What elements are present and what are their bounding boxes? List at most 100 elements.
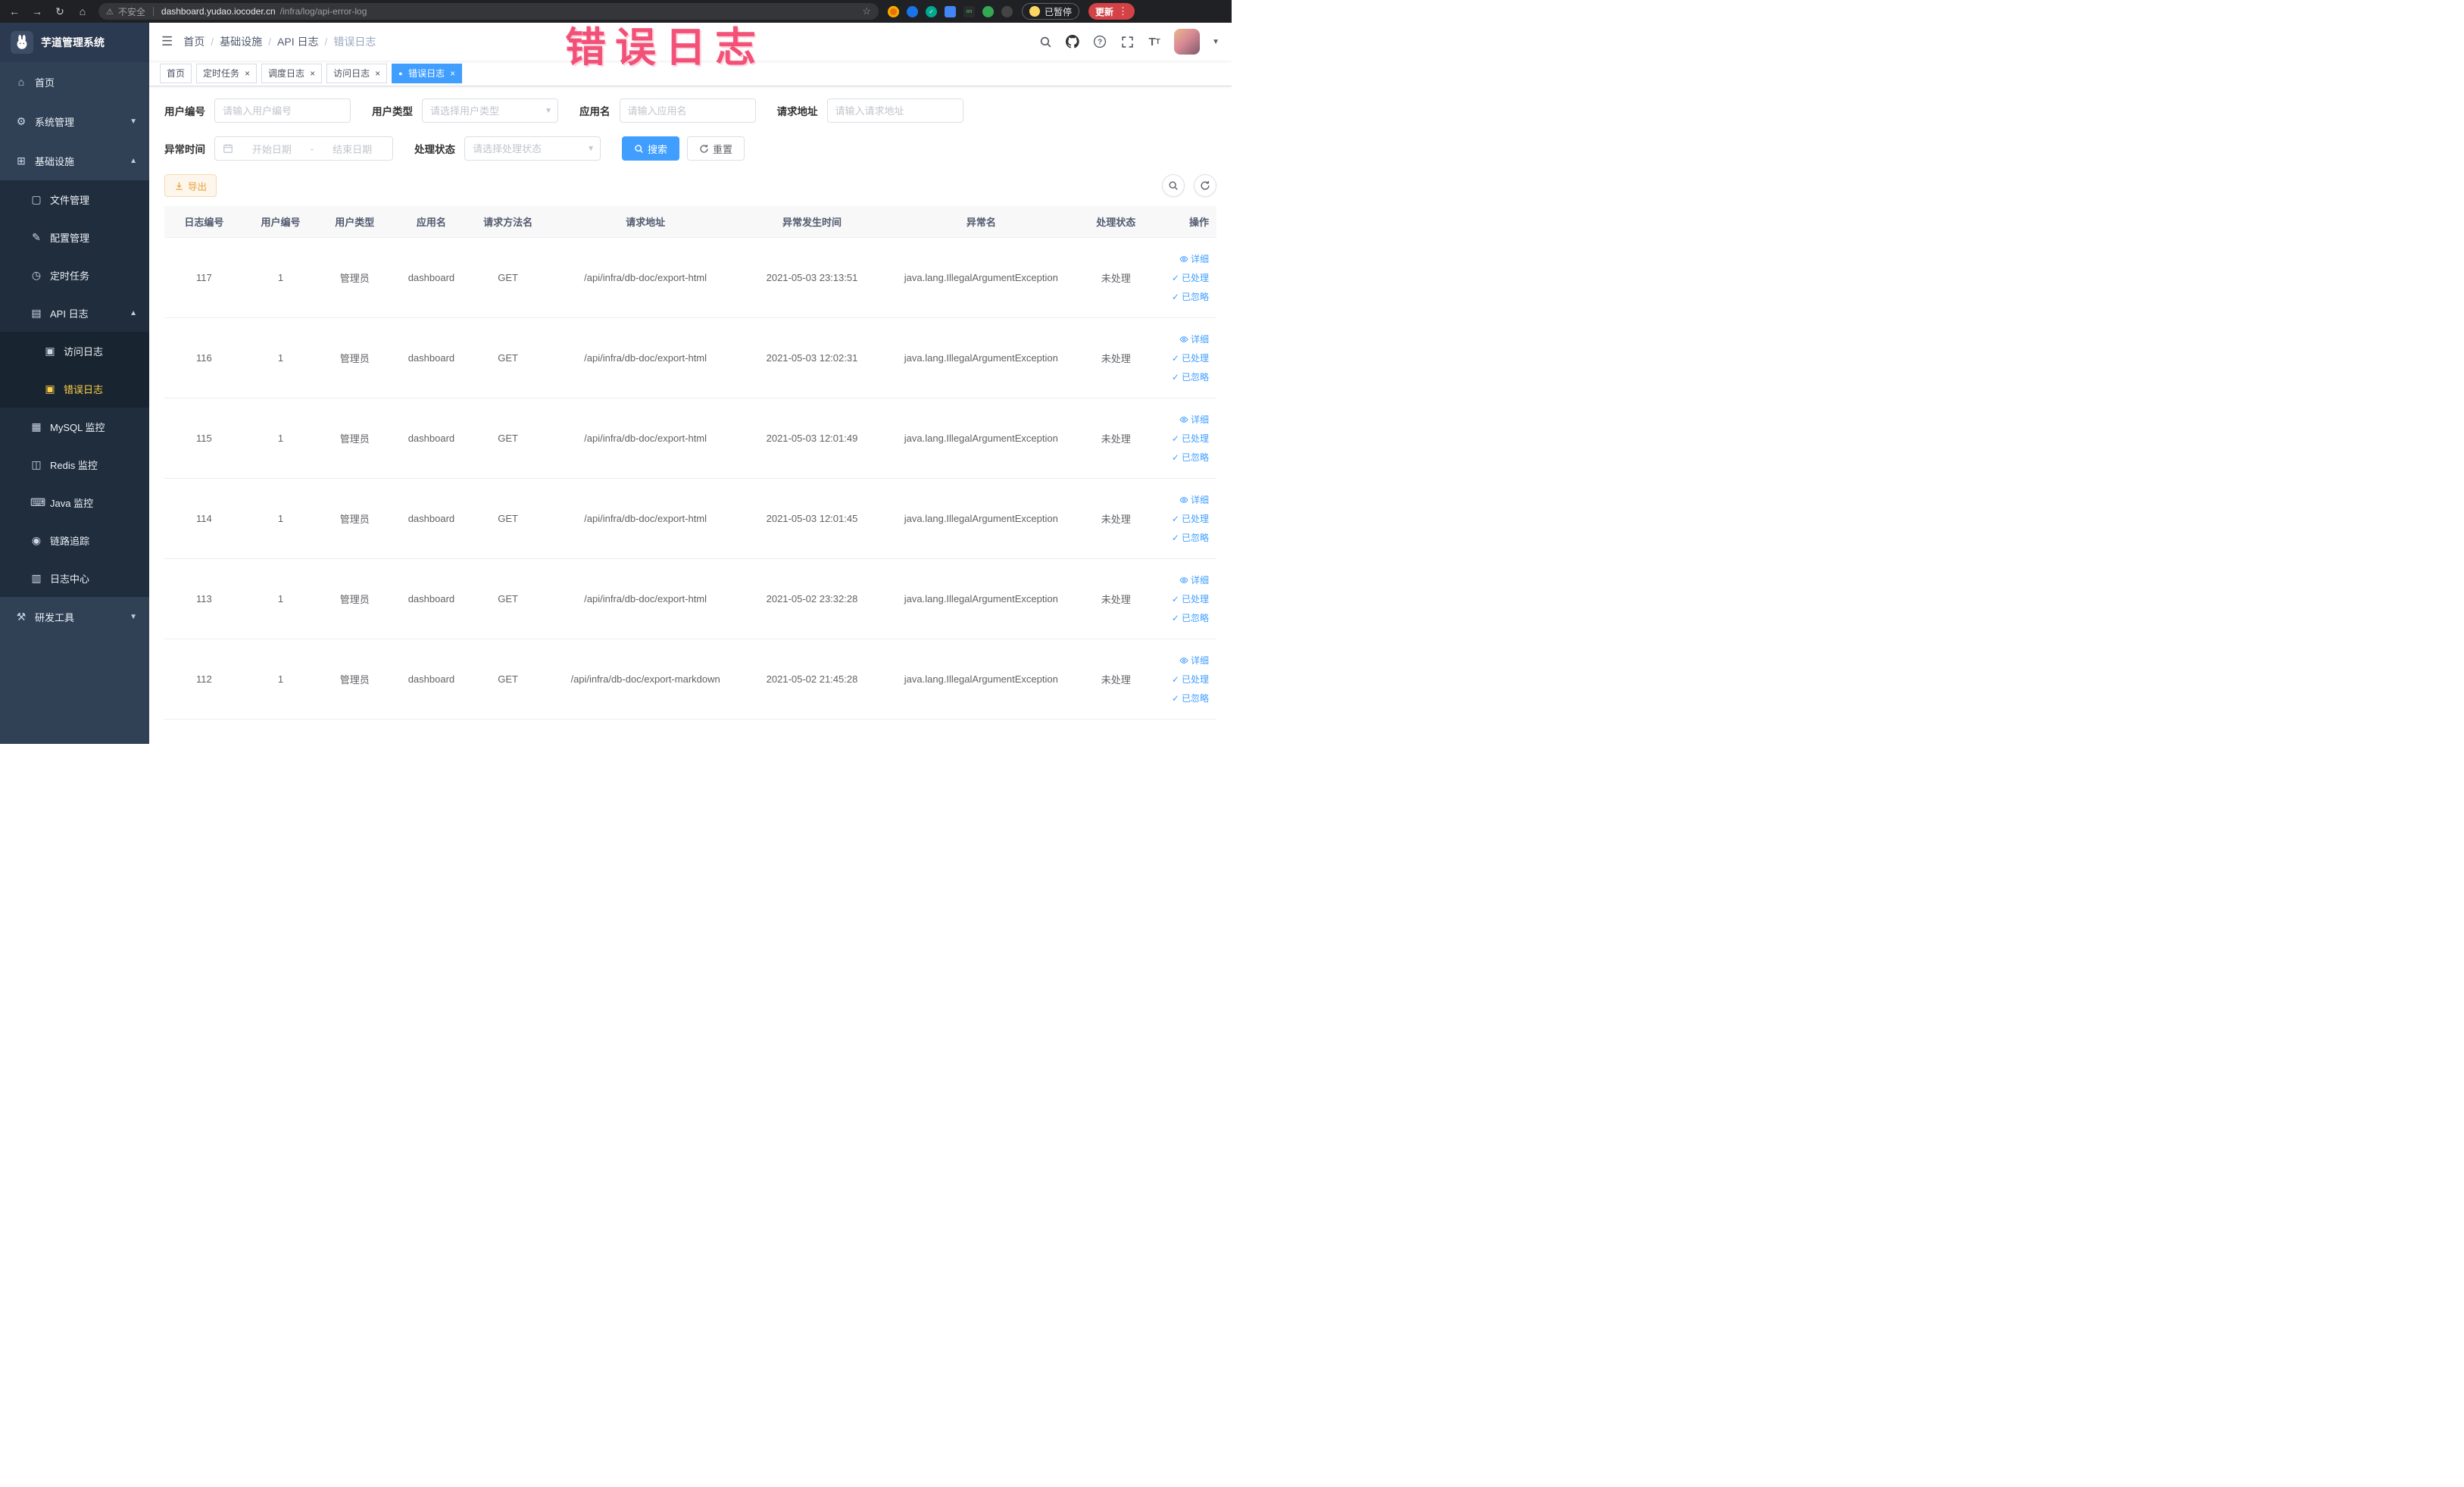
detail-link[interactable]: 详细: [1179, 333, 1209, 345]
check-icon: ✓: [1171, 692, 1179, 704]
main-area: ☰ 首页 / 基础设施 / API 日志 / 错误日志 ? T T ▼ 首页 定…: [149, 23, 1232, 744]
rabbit-logo-icon: [17, 34, 27, 49]
sidebar-item-scheduled-tasks[interactable]: ◷ 定时任务: [0, 256, 149, 294]
address-bar[interactable]: ⚠ 不安全 dashboard.yudao.iocoder.cn/infra/l…: [98, 3, 879, 20]
detail-link[interactable]: 详细: [1179, 413, 1209, 426]
bookmark-star-icon[interactable]: ☆: [862, 5, 871, 17]
extension-icon-3[interactable]: ✓: [926, 5, 937, 17]
mark-ignored-link[interactable]: ✓ 已忽略: [1172, 370, 1209, 383]
avatar-caret-down-icon[interactable]: ▼: [1212, 38, 1220, 46]
mark-processed-link[interactable]: ✓ 已处理: [1172, 592, 1209, 605]
sidebar-item-label: 首页: [35, 77, 55, 89]
error-log-table: 日志编号 用户编号 用户类型 应用名 请求方法名 请求地址 异常发生时间 异常名…: [164, 206, 1216, 720]
user-avatar[interactable]: [1174, 29, 1201, 55]
detail-link[interactable]: 详细: [1179, 252, 1209, 265]
breadcrumb-separator: /: [211, 36, 214, 48]
forward-icon[interactable]: →: [30, 5, 44, 17]
mark-ignored-link[interactable]: ✓ 已忽略: [1172, 451, 1209, 464]
mark-processed-link[interactable]: ✓ 已处理: [1172, 512, 1209, 525]
extension-icon-5[interactable]: [982, 5, 994, 17]
extension-icon-grid[interactable]: [945, 5, 956, 17]
mark-processed-link[interactable]: ✓ 已处理: [1172, 673, 1209, 686]
help-icon[interactable]: ?: [1092, 34, 1107, 49]
sidebar-item-access-logs[interactable]: ▣ 访问日志: [0, 332, 149, 370]
navbar: ☰ 首页 / 基础设施 / API 日志 / 错误日志 ? T T ▼: [149, 23, 1232, 61]
mark-ignored-link[interactable]: ✓ 已忽略: [1172, 290, 1209, 303]
mysql-icon: ▦: [31, 420, 42, 433]
sidebar-item-log-center[interactable]: ▥ 日志中心: [0, 559, 149, 597]
sidebar: 芋道管理系统 ⌂ 首页 ⚙ 系统管理 ▼ ⊞ 基础设施 ▲ ▢ 文件管理 ✎ 配…: [0, 23, 149, 744]
sidebar-item-file-management[interactable]: ▢ 文件管理: [0, 180, 149, 218]
toggle-search-button[interactable]: [1162, 174, 1185, 197]
tag-scheduled-tasks[interactable]: 定时任务 ×: [196, 63, 258, 83]
access-log-icon: ▣: [45, 344, 55, 357]
sidebar-item-system-management[interactable]: ⚙ 系统管理 ▼: [0, 102, 149, 141]
reset-button[interactable]: 重置: [687, 136, 745, 161]
filter-row-2: 异常时间 开始日期 - 结束日期 处理状态 ▼: [164, 136, 1216, 161]
tag-dispatch-logs[interactable]: 调度日志 ×: [261, 63, 323, 83]
extension-icon-6[interactable]: [1001, 5, 1013, 17]
process-status-select[interactable]: [464, 136, 601, 161]
mark-processed-link[interactable]: ✓ 已处理: [1172, 351, 1209, 364]
extension-icon-1[interactable]: [888, 5, 899, 17]
col-exception-name: 异常名: [878, 206, 1085, 238]
mark-ignored-link[interactable]: ✓ 已忽略: [1172, 531, 1209, 544]
close-icon[interactable]: ×: [450, 68, 455, 79]
mark-ignored-link[interactable]: ✓ 已忽略: [1172, 692, 1209, 704]
sidebar-item-link-tracing[interactable]: ◉ 链路追踪: [0, 521, 149, 559]
chevron-down-icon: ▼: [130, 612, 137, 621]
detail-link[interactable]: 详细: [1179, 654, 1209, 667]
fullscreen-icon[interactable]: [1120, 34, 1135, 49]
profile-paused-badge[interactable]: 已暂停: [1022, 3, 1080, 20]
sidebar-collapse-icon[interactable]: ☰: [161, 34, 173, 49]
app-name-input[interactable]: [619, 98, 756, 123]
tag-home[interactable]: 首页: [160, 63, 192, 83]
detail-link[interactable]: 详细: [1179, 493, 1209, 506]
sidebar-item-error-logs[interactable]: ▣ 错误日志: [0, 370, 149, 408]
search-icon[interactable]: [1038, 34, 1053, 49]
breadcrumb-item-infrastructure[interactable]: 基础设施: [220, 34, 262, 49]
request-url-input[interactable]: [826, 98, 963, 123]
exception-time-range-picker[interactable]: 开始日期 - 结束日期: [214, 136, 393, 161]
sidebar-item-mysql-monitor[interactable]: ▦ MySQL 监控: [0, 408, 149, 445]
breadcrumb-item-api-logs[interactable]: API 日志: [277, 34, 318, 49]
close-icon[interactable]: ×: [375, 68, 380, 79]
sidebar-item-redis-monitor[interactable]: ◫ Redis 监控: [0, 445, 149, 483]
font-size-icon[interactable]: TT: [1147, 34, 1162, 49]
mark-processed-link[interactable]: ✓ 已处理: [1172, 432, 1209, 445]
infrastructure-icon: ⊞: [17, 154, 26, 167]
browser-update-button[interactable]: 更新 ⋮: [1088, 3, 1135, 20]
chevron-down-icon: ▼: [130, 117, 137, 126]
detail-link[interactable]: 详细: [1179, 573, 1209, 586]
sidebar-logo-row[interactable]: 芋道管理系统: [0, 23, 149, 62]
browser-home-icon[interactable]: ⌂: [76, 5, 89, 17]
sidebar-item-infrastructure[interactable]: ⊞ 基础设施 ▲: [0, 141, 149, 180]
user-id-input[interactable]: [214, 98, 351, 123]
tag-access-logs[interactable]: 访问日志 ×: [326, 63, 388, 83]
sidebar-item-dev-tools[interactable]: ⚒ 研发工具 ▼: [0, 597, 149, 636]
mark-processed-link[interactable]: ✓ 已处理: [1172, 271, 1209, 284]
sidebar-item-config-management[interactable]: ✎ 配置管理: [0, 218, 149, 256]
export-button[interactable]: 导出: [164, 174, 217, 197]
close-icon[interactable]: ×: [310, 68, 315, 79]
mark-ignored-link[interactable]: ✓ 已忽略: [1172, 611, 1209, 624]
sidebar-item-home[interactable]: ⌂ 首页: [0, 62, 149, 102]
page-content: 用户编号 用户类型 ▼ 应用名 请: [149, 86, 1232, 744]
reload-icon[interactable]: ↻: [53, 5, 67, 18]
extension-icon-2[interactable]: [907, 5, 918, 17]
error-log-icon: ▣: [45, 382, 55, 395]
user-type-select[interactable]: [422, 98, 558, 123]
back-icon[interactable]: ←: [8, 5, 21, 17]
github-icon[interactable]: [1065, 34, 1080, 49]
sidebar-item-api-logs[interactable]: ▤ API 日志 ▲: [0, 294, 149, 332]
tag-error-logs[interactable]: ● 错误日志 ×: [392, 63, 463, 83]
breadcrumb-item-home[interactable]: 首页: [183, 34, 205, 49]
refresh-button[interactable]: [1194, 174, 1216, 197]
sidebar-item-java-monitor[interactable]: ⌨ Java 监控: [0, 483, 149, 521]
browser-menu-icon[interactable]: ⋮: [1118, 5, 1128, 17]
filter-user-id: 用户编号: [164, 98, 351, 123]
app-title: 芋道管理系统: [41, 36, 105, 48]
close-icon[interactable]: ×: [245, 68, 250, 79]
search-button[interactable]: 搜索: [622, 136, 680, 161]
extension-icon-tampermonkey[interactable]: on: [963, 5, 975, 17]
